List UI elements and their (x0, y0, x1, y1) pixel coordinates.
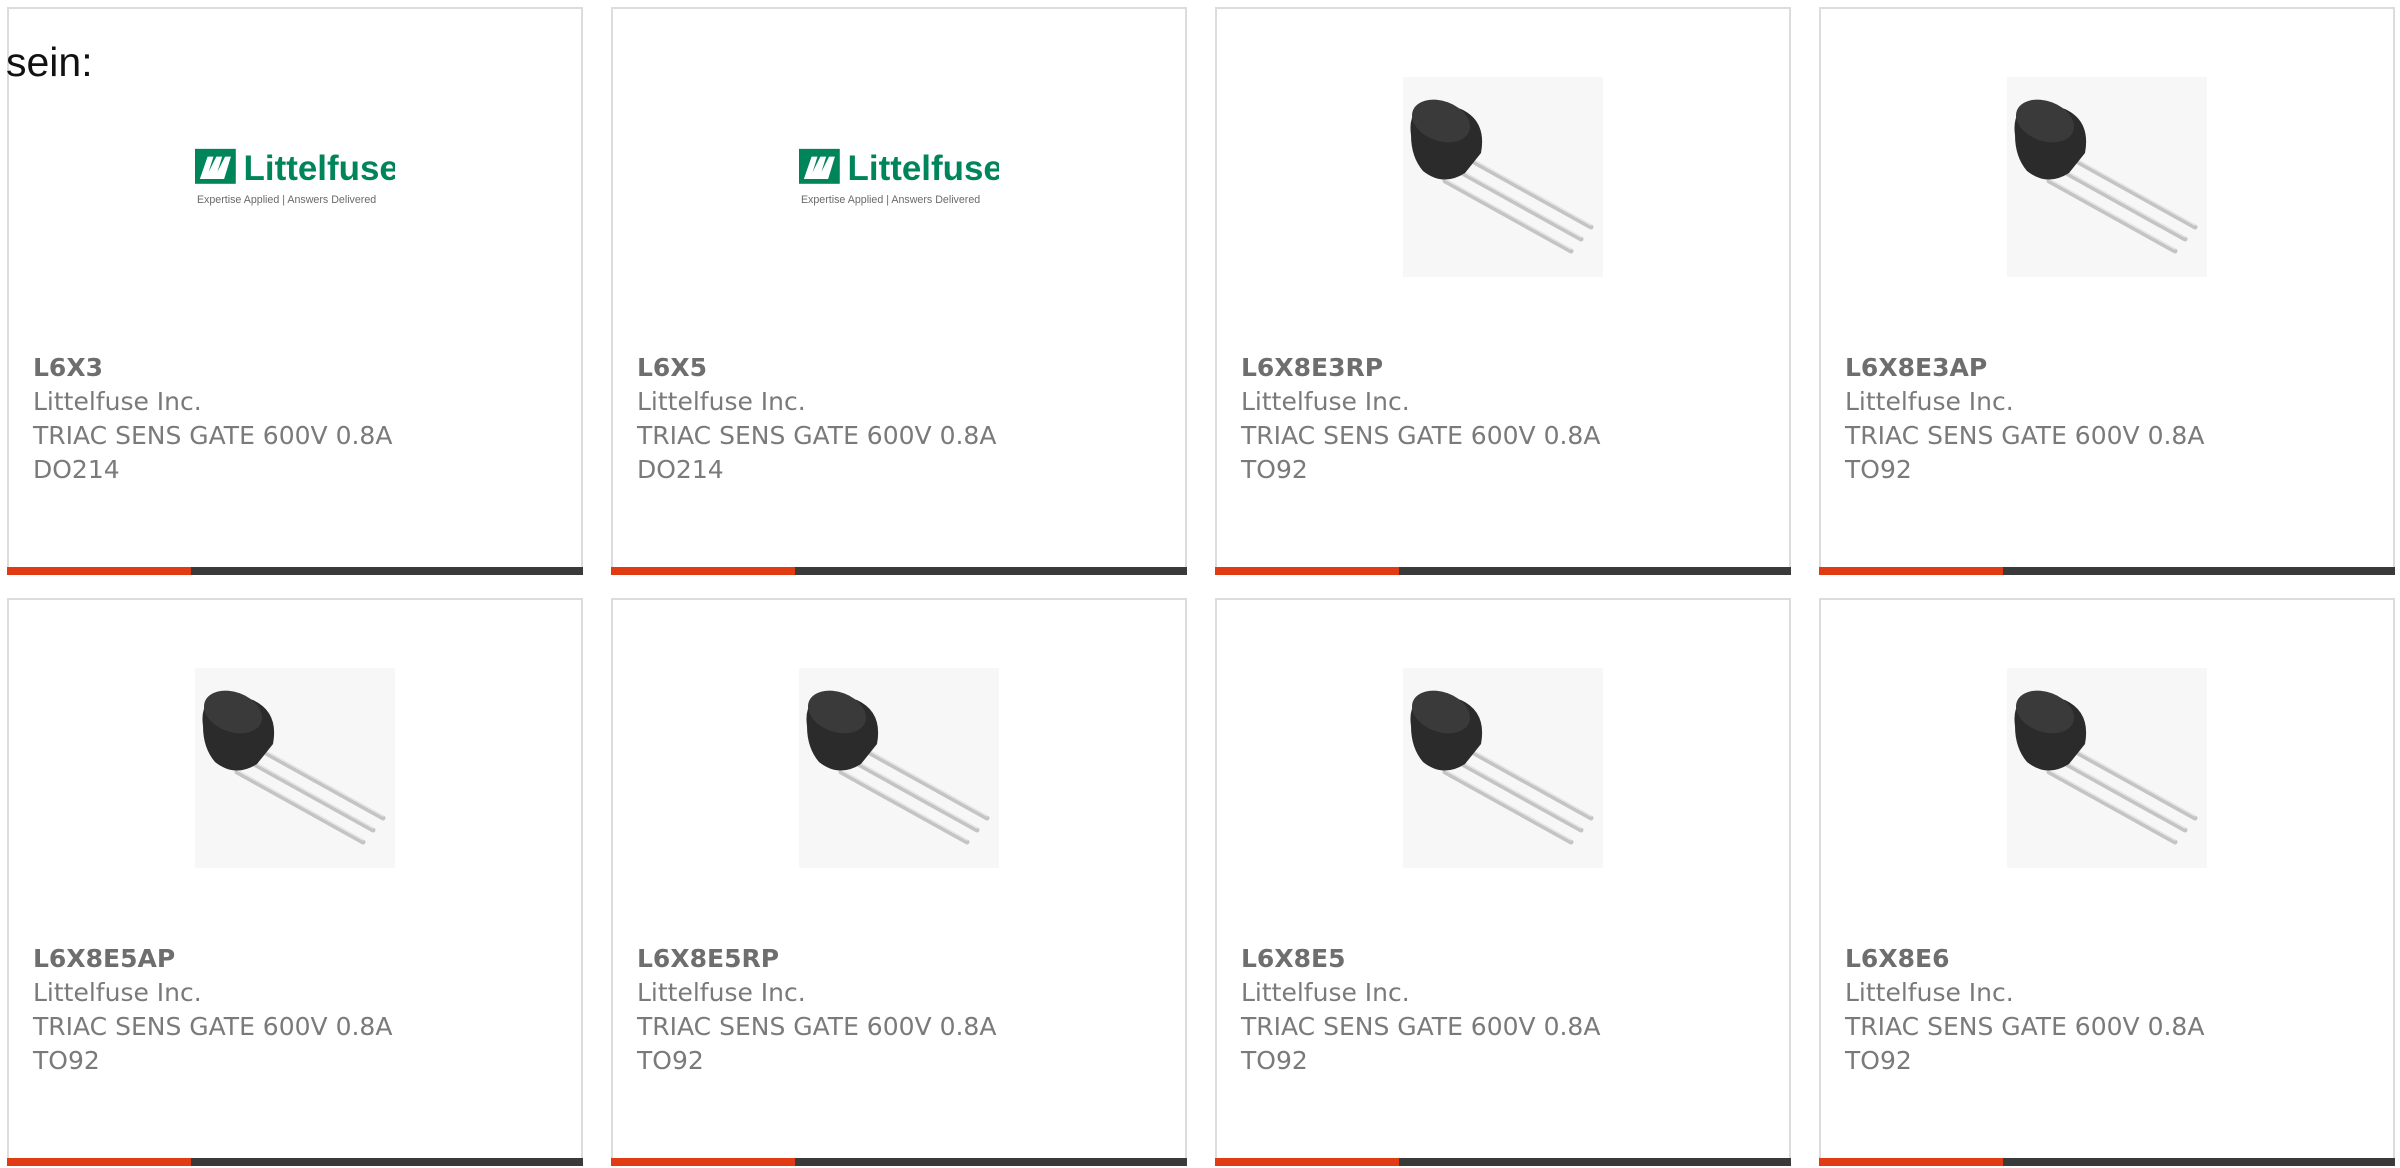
to92-transistor-icon (2007, 77, 2207, 277)
card-bar-accent (7, 1158, 191, 1166)
package: TO92 (1845, 455, 1912, 484)
package: DO214 (637, 455, 724, 484)
card-bar-accent (1215, 567, 1399, 575)
part-number[interactable]: L6X8E5RP (637, 942, 1175, 976)
description: TRIAC SENS GATE 600V 0.8A (1241, 1012, 1601, 1041)
description: TRIAC SENS GATE 600V 0.8A (1845, 1012, 2205, 1041)
product-card[interactable]: L6X8E5 Littelfuse Inc. TRIAC SENS GATE 6… (1215, 598, 1791, 1166)
card-bar (1819, 567, 2395, 575)
logo-tagline: Expertise Applied | Answers Delivered (801, 194, 980, 206)
manufacturer: Littelfuse Inc. (1845, 978, 2014, 1007)
littelfuse-logo: Littelfuse Expertise Applied | Answers D… (799, 77, 999, 277)
part-number[interactable]: L6X8E6 (1845, 942, 2383, 976)
card-bar (1215, 1158, 1791, 1166)
manufacturer: Littelfuse Inc. (1241, 387, 1410, 416)
package: TO92 (637, 1046, 704, 1075)
card-bar (611, 567, 1187, 575)
manufacturer: Littelfuse Inc. (1845, 387, 2014, 416)
card-bar-accent (1819, 1158, 2003, 1166)
description: TRIAC SENS GATE 600V 0.8A (1845, 421, 2205, 450)
card-bar-accent (1819, 567, 2003, 575)
manufacturer: Littelfuse Inc. (33, 978, 202, 1007)
product-card[interactable]: Littelfuse Expertise Applied | Answers D… (611, 7, 1187, 575)
manufacturer: Littelfuse Inc. (33, 387, 202, 416)
part-number[interactable]: L6X8E3RP (1241, 351, 1779, 385)
manufacturer: Littelfuse Inc. (637, 978, 806, 1007)
description: TRIAC SENS GATE 600V 0.8A (1241, 421, 1601, 450)
product-card[interactable]: Littelfuse Expertise Applied | Answers D… (7, 7, 583, 575)
card-bar-accent (611, 1158, 795, 1166)
to92-transistor-icon (1403, 668, 1603, 868)
product-grid: Littelfuse Expertise Applied | Answers D… (7, 7, 2400, 1168)
part-number[interactable]: L6X8E5 (1241, 942, 1779, 976)
product-card[interactable]: L6X8E6 Littelfuse Inc. TRIAC SENS GATE 6… (1819, 598, 2395, 1166)
to92-transistor-icon (195, 668, 395, 868)
logo-brand: Littelfuse (848, 149, 999, 188)
logo-brand: Littelfuse (244, 149, 395, 188)
product-card[interactable]: L6X8E3AP Littelfuse Inc. TRIAC SENS GATE… (1819, 7, 2395, 575)
card-bar-accent (1215, 1158, 1399, 1166)
littelfuse-logo: Littelfuse Expertise Applied | Answers D… (195, 77, 395, 277)
package: TO92 (1241, 1046, 1308, 1075)
description: TRIAC SENS GATE 600V 0.8A (637, 421, 997, 450)
intro-text: sein: (6, 39, 93, 85)
product-card[interactable]: L6X8E5RP Littelfuse Inc. TRIAC SENS GATE… (611, 598, 1187, 1166)
package: TO92 (1241, 455, 1308, 484)
package: DO214 (33, 455, 120, 484)
description: TRIAC SENS GATE 600V 0.8A (33, 421, 393, 450)
to92-transistor-icon (1403, 77, 1603, 277)
part-number[interactable]: L6X8E5AP (33, 942, 571, 976)
manufacturer: Littelfuse Inc. (637, 387, 806, 416)
part-number[interactable]: L6X5 (637, 351, 1175, 385)
product-card[interactable]: L6X8E5AP Littelfuse Inc. TRIAC SENS GATE… (7, 598, 583, 1166)
card-bar-accent (7, 567, 191, 575)
manufacturer: Littelfuse Inc. (1241, 978, 1410, 1007)
to92-transistor-icon (2007, 668, 2207, 868)
description: TRIAC SENS GATE 600V 0.8A (637, 1012, 997, 1041)
to92-transistor-icon (799, 668, 999, 868)
card-bar (1215, 567, 1791, 575)
part-number[interactable]: L6X8E3AP (1845, 351, 2383, 385)
description: TRIAC SENS GATE 600V 0.8A (33, 1012, 393, 1041)
card-bar (611, 1158, 1187, 1166)
product-card[interactable]: L6X8E3RP Littelfuse Inc. TRIAC SENS GATE… (1215, 7, 1791, 575)
logo-tagline: Expertise Applied | Answers Delivered (197, 194, 376, 206)
package: TO92 (33, 1046, 100, 1075)
card-bar (1819, 1158, 2395, 1166)
package: TO92 (1845, 1046, 1912, 1075)
card-bar-accent (611, 567, 795, 575)
card-bar (7, 567, 583, 575)
part-number[interactable]: L6X3 (33, 351, 571, 385)
card-bar (7, 1158, 583, 1166)
